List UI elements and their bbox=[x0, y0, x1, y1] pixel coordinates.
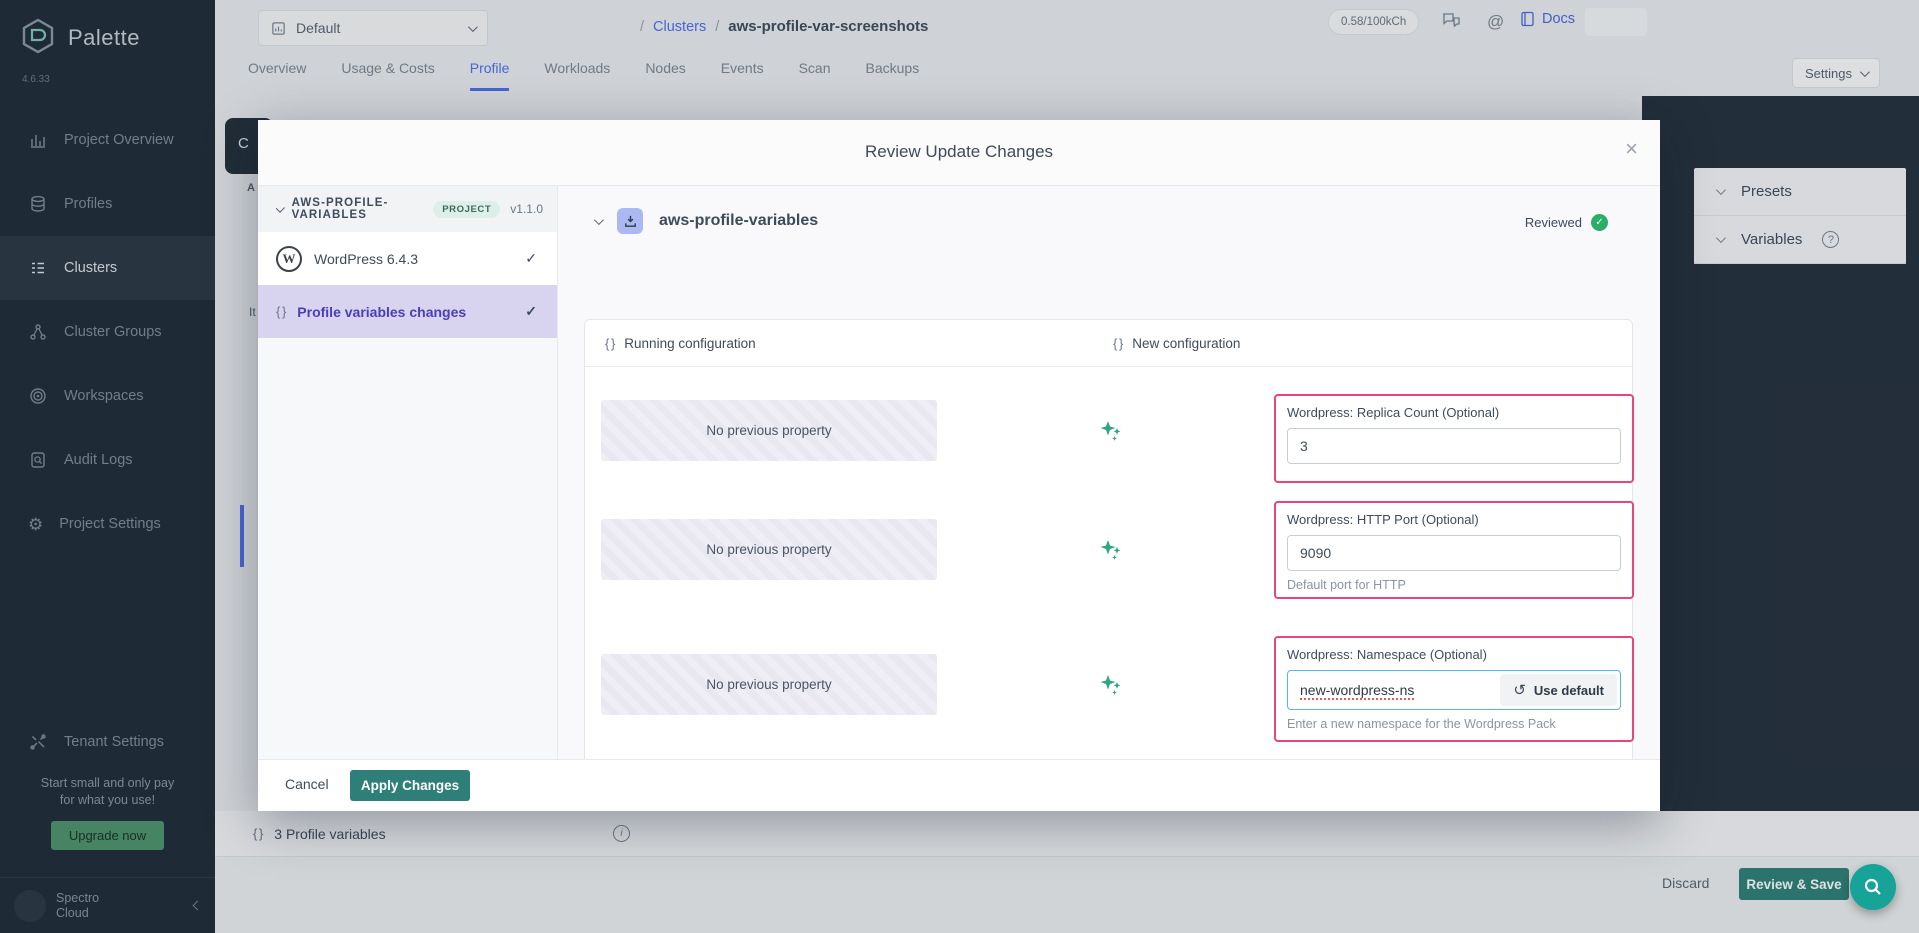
braces-icon: { } bbox=[276, 304, 285, 319]
cancel-button[interactable]: Cancel bbox=[285, 776, 329, 792]
replica-count-input[interactable] bbox=[1287, 428, 1621, 464]
namespace-label: Wordpress: Namespace (Optional) bbox=[1287, 647, 1621, 662]
profile-variables-icon bbox=[617, 208, 643, 234]
replica-count-label: Wordpress: Replica Count (Optional) bbox=[1287, 405, 1621, 420]
check-icon: ✓ bbox=[525, 250, 537, 267]
check-circle-icon: ✓ bbox=[1591, 214, 1608, 231]
http-port-helper: Default port for HTTP bbox=[1287, 578, 1621, 592]
modal-footer: Cancel Apply Changes bbox=[258, 759, 1660, 811]
new-value-sparkle-icon bbox=[1098, 418, 1124, 444]
http-port-input[interactable] bbox=[1287, 535, 1621, 571]
namespace-helper: Enter a new namespace for the Wordpress … bbox=[1287, 717, 1621, 731]
section-title: aws-profile-variables bbox=[659, 212, 818, 230]
review-update-changes-modal: Review Update Changes × AWS-PROFILE-VARI… bbox=[258, 120, 1660, 811]
braces-icon: { } bbox=[605, 336, 614, 351]
use-default-label: Use default bbox=[1534, 683, 1604, 698]
profile-name: AWS-PROFILE-VARIABLES bbox=[292, 197, 424, 221]
history-restore-icon: ↺ bbox=[1513, 681, 1526, 699]
support-widget-button[interactable] bbox=[1850, 864, 1896, 910]
namespace-value: new-wordpress-ns bbox=[1300, 682, 1414, 698]
chevron-down-icon[interactable] bbox=[594, 215, 604, 225]
check-icon: ✓ bbox=[525, 303, 537, 320]
no-previous-property-box: No previous property bbox=[601, 400, 937, 461]
pack-item-label: Profile variables changes bbox=[297, 304, 466, 320]
reviewed-label: Reviewed bbox=[1525, 215, 1582, 230]
replica-count-field-group: Wordpress: Replica Count (Optional) bbox=[1274, 394, 1634, 483]
running-configuration-label: Running configuration bbox=[624, 336, 755, 351]
pack-item-wordpress[interactable]: W WordPress 6.4.3 ✓ bbox=[258, 232, 557, 285]
use-default-button[interactable]: ↺ Use default bbox=[1500, 674, 1617, 706]
namespace-field-group: Wordpress: Namespace (Optional) new-word… bbox=[1274, 636, 1634, 742]
profile-group-header[interactable]: AWS-PROFILE-VARIABLES PROJECT v1.1.0 bbox=[258, 186, 557, 232]
app-root: Palette 4.6.33 Project Overview Profiles… bbox=[0, 0, 1919, 933]
pack-item-profile-variables[interactable]: { } Profile variables changes ✓ bbox=[258, 285, 557, 338]
section-header: aws-profile-variables bbox=[594, 208, 818, 234]
new-configuration-header: { } New configuration bbox=[1113, 320, 1240, 367]
new-configuration-label: New configuration bbox=[1132, 336, 1240, 351]
apply-changes-button[interactable]: Apply Changes bbox=[350, 770, 470, 801]
wordpress-logo-icon: W bbox=[276, 246, 302, 272]
modal-left-panel: AWS-PROFILE-VARIABLES PROJECT v1.1.0 W W… bbox=[258, 186, 558, 759]
new-value-sparkle-icon bbox=[1098, 672, 1124, 698]
http-port-label: Wordpress: HTTP Port (Optional) bbox=[1287, 512, 1621, 527]
configuration-columns: { } Running configuration { } New config… bbox=[585, 320, 1632, 367]
profile-version: v1.1.0 bbox=[510, 202, 543, 216]
http-port-field-group: Wordpress: HTTP Port (Optional) Default … bbox=[1274, 501, 1634, 599]
no-previous-property-box: No previous property bbox=[601, 519, 937, 580]
project-scope-badge: PROJECT bbox=[433, 201, 500, 218]
modal-header: Review Update Changes × bbox=[258, 120, 1660, 186]
magnifier-icon bbox=[1862, 876, 1884, 898]
running-configuration-header: { } Running configuration bbox=[605, 320, 756, 367]
modal-title: Review Update Changes bbox=[258, 142, 1660, 162]
configuration-diff-card: { } Running configuration { } New config… bbox=[584, 319, 1633, 764]
no-previous-property-box: No previous property bbox=[601, 654, 937, 715]
braces-icon: { } bbox=[1113, 336, 1122, 351]
reviewed-status: Reviewed ✓ bbox=[1525, 214, 1608, 231]
modal-main: aws-profile-variables Reviewed ✓ { } Run… bbox=[558, 186, 1660, 759]
new-value-sparkle-icon bbox=[1098, 537, 1124, 563]
namespace-input[interactable]: new-wordpress-ns ↺ Use default bbox=[1287, 670, 1621, 710]
chevron-down-icon bbox=[276, 203, 285, 212]
close-icon[interactable]: × bbox=[1625, 136, 1638, 162]
pack-item-label: WordPress 6.4.3 bbox=[314, 251, 418, 267]
